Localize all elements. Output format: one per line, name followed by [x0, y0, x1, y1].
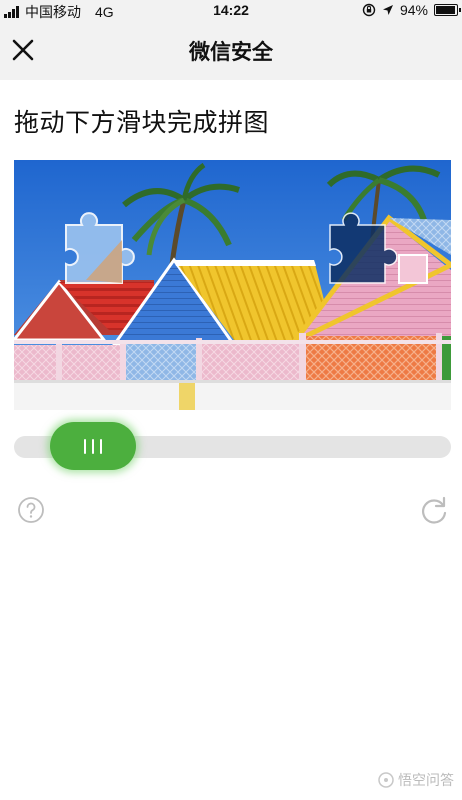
slider-handle[interactable]: [50, 422, 136, 470]
location-icon: [382, 5, 393, 15]
watermark: 悟空问答: [378, 770, 454, 790]
status-right: 94%: [362, 2, 461, 18]
status-bar: 中国移动 4G 14:22 94%: [0, 0, 462, 20]
refresh-button[interactable]: [417, 494, 451, 528]
grip-lines-icon: [84, 438, 86, 454]
captcha-instruction: 拖动下方滑块完成拼图: [14, 108, 270, 137]
puzzle-scene: [14, 160, 451, 410]
battery-percent: 94%: [399, 2, 428, 18]
question-icon: [18, 497, 44, 523]
nav-bar: 微信安全: [0, 20, 462, 80]
help-button[interactable]: [17, 496, 45, 524]
battery-icon: [434, 4, 461, 16]
watermark-logo-icon: [378, 772, 394, 788]
orientation-lock-icon: [362, 3, 376, 17]
watermark-text: 悟空问答: [398, 773, 454, 789]
page-title: 微信安全: [189, 40, 273, 64]
puzzle-image: [14, 160, 451, 410]
refresh-icon: [422, 496, 447, 524]
